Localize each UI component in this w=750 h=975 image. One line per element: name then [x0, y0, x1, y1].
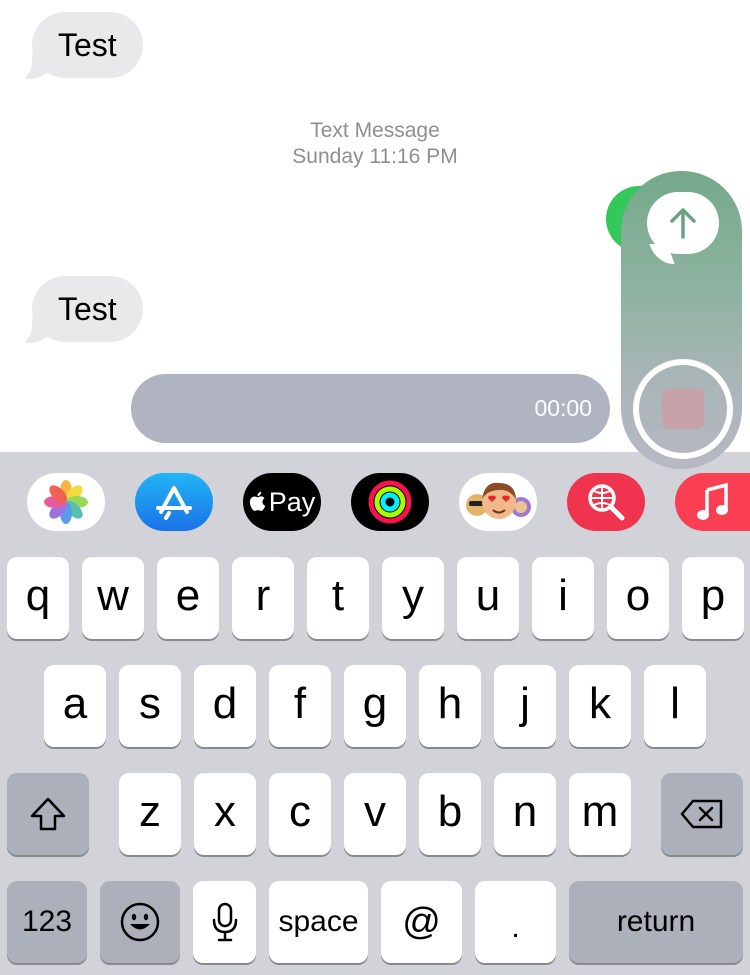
- key-y[interactable]: y: [382, 557, 444, 639]
- photos-flower-icon: [44, 480, 88, 524]
- globe-search-icon: [588, 484, 625, 521]
- key-h[interactable]: h: [419, 665, 481, 747]
- key-q[interactable]: q: [7, 557, 69, 639]
- send-audio-button[interactable]: [647, 192, 719, 264]
- memoji-icon[interactable]: [459, 473, 537, 531]
- key-t[interactable]: t: [307, 557, 369, 639]
- period-key[interactable]: .: [475, 881, 556, 963]
- message-text: Test: [58, 27, 117, 63]
- key-c[interactable]: c: [269, 773, 331, 855]
- key-e[interactable]: e: [157, 557, 219, 639]
- music-icon[interactable]: [675, 473, 750, 531]
- stop-icon: [662, 389, 704, 429]
- app-store-icon[interactable]: [135, 473, 213, 531]
- key-m[interactable]: m: [569, 773, 631, 855]
- key-u[interactable]: u: [457, 557, 519, 639]
- audio-recording-bar: 00:00: [131, 374, 610, 443]
- arrow-up-icon: [670, 208, 696, 239]
- message-timestamp: Sunday 11:16 PM: [292, 145, 458, 168]
- key-p[interactable]: p: [682, 557, 744, 639]
- key-l[interactable]: l: [644, 665, 706, 747]
- stop-recording-button[interactable]: [633, 359, 733, 459]
- apple-logo-icon: [249, 491, 266, 511]
- return-key[interactable]: return: [569, 881, 743, 963]
- microphone-icon: [212, 902, 237, 942]
- key-f[interactable]: f: [269, 665, 331, 747]
- images-search-icon[interactable]: [567, 473, 645, 531]
- smiley-face-icon: [120, 902, 160, 942]
- activity-icon[interactable]: [351, 473, 429, 531]
- key-w[interactable]: w: [82, 557, 144, 639]
- incoming-message-bubble[interactable]: Test: [10, 276, 143, 343]
- shift-arrow-icon: [30, 797, 66, 831]
- memoji-stickers-icon: [466, 482, 531, 519]
- key-o[interactable]: o: [607, 557, 669, 639]
- dictation-key[interactable]: [193, 881, 256, 963]
- key-k[interactable]: k: [569, 665, 631, 747]
- emoji-key[interactable]: [100, 881, 180, 963]
- key-x[interactable]: x: [194, 773, 256, 855]
- message-text: Test: [58, 291, 117, 327]
- apple-pay-label: Pay: [268, 486, 316, 517]
- key-i[interactable]: i: [532, 557, 594, 639]
- photos-app-icon[interactable]: [27, 473, 105, 531]
- at-key[interactable]: @: [381, 881, 462, 963]
- key-j[interactable]: j: [494, 665, 556, 747]
- key-n[interactable]: n: [494, 773, 556, 855]
- space-key[interactable]: space: [269, 881, 368, 963]
- numbers-key[interactable]: 123: [7, 881, 87, 963]
- apple-pay-icon[interactable]: Pay: [243, 473, 321, 531]
- recording-duration: 00:00: [534, 395, 592, 421]
- key-z[interactable]: z: [119, 773, 181, 855]
- key-v[interactable]: v: [344, 773, 406, 855]
- key-s[interactable]: s: [119, 665, 181, 747]
- app-store-a-icon: [156, 486, 192, 520]
- incoming-message-bubble[interactable]: Test: [10, 12, 143, 79]
- key-r[interactable]: r: [232, 557, 294, 639]
- message-service-label: Text Message: [310, 119, 440, 142]
- shift-key[interactable]: [7, 773, 89, 855]
- key-g[interactable]: g: [344, 665, 406, 747]
- delete-key[interactable]: [661, 773, 743, 855]
- key-b[interactable]: b: [419, 773, 481, 855]
- music-note-icon: [696, 482, 728, 520]
- key-d[interactable]: d: [194, 665, 256, 747]
- key-a[interactable]: a: [44, 665, 106, 747]
- backspace-icon: [680, 799, 723, 829]
- activity-rings-icon: [368, 480, 412, 524]
